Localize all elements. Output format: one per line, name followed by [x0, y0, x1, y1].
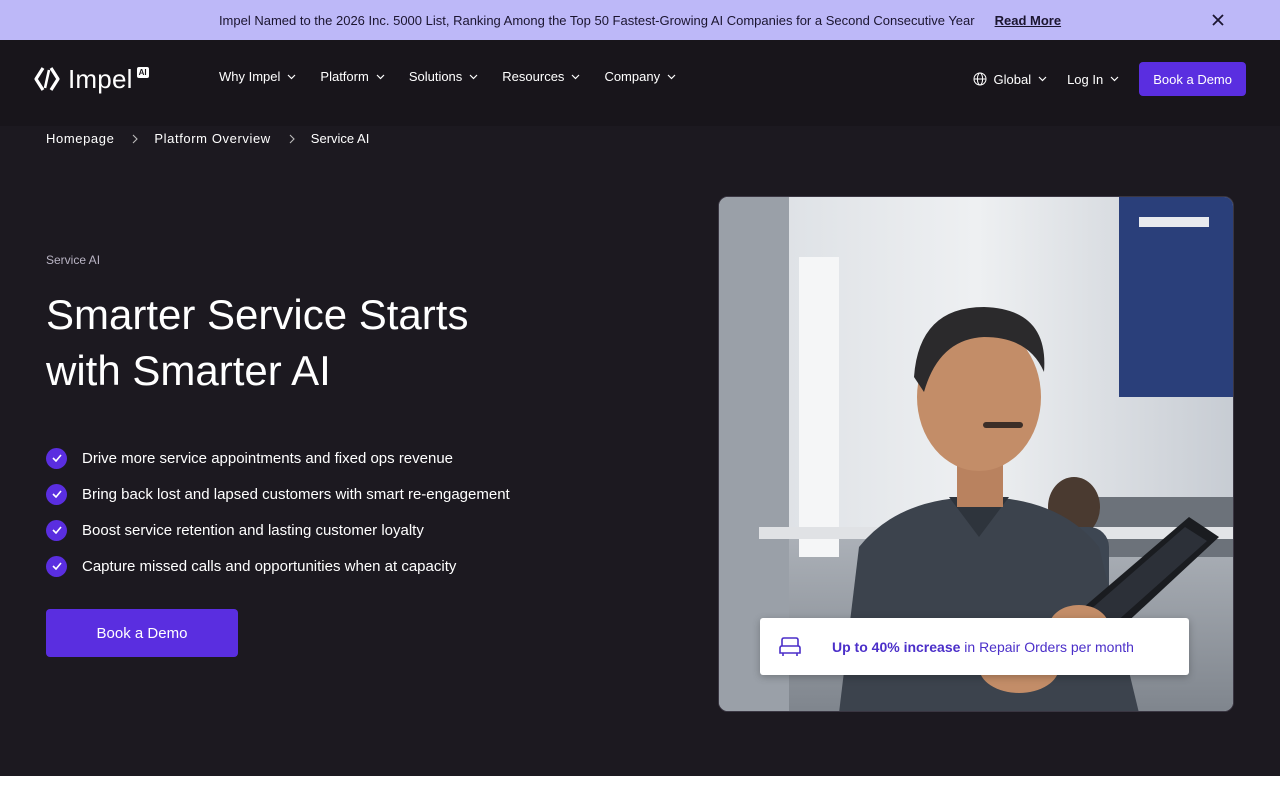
region-label: Global — [993, 71, 1032, 87]
nav-item-label: Platform — [320, 69, 369, 84]
benefit-text: Capture missed calls and opportunities w… — [82, 557, 457, 575]
list-item: Drive more service appointments and fixe… — [46, 440, 510, 476]
announcement-text: Impel Named to the 2026 Inc. 5000 List, … — [218, 12, 975, 28]
book-demo-nav-button[interactable]: Book a Demo — [1139, 62, 1246, 96]
chevron-down-icon — [1110, 76, 1119, 82]
benefit-text: Drive more service appointments and fixe… — [82, 449, 454, 467]
login-label: Log In — [1067, 71, 1104, 87]
stat-text: Up to 40% increase in Repair Orders per … — [832, 639, 1134, 655]
read-more-link[interactable]: Read More — [995, 13, 1061, 28]
stat-rest: in Repair Orders per month — [960, 638, 1134, 655]
chevron-down-icon — [572, 74, 580, 79]
book-demo-button[interactable]: Book a Demo — [46, 609, 238, 657]
login-menu[interactable]: Log In — [1067, 72, 1119, 87]
benefit-text: Bring back lost and lapsed customers wit… — [82, 485, 510, 503]
hero-eyebrow: Service AI — [46, 253, 101, 267]
chevron-down-icon — [1038, 76, 1047, 82]
chevron-right-icon — [289, 134, 295, 144]
car-seat-icon — [778, 636, 802, 658]
chevron-down-icon — [287, 74, 296, 79]
nav-item-solutions[interactable]: Solutions — [409, 69, 478, 84]
impel-logo[interactable]: Impel AI — [34, 64, 149, 94]
benefit-text: Boost service retention and lasting cust… — [82, 521, 424, 539]
list-item: Bring back lost and lapsed customers wit… — [46, 476, 510, 512]
chevron-right-icon — [132, 134, 139, 144]
stat-highlight: Up to 40% increase — [832, 638, 961, 655]
stat-card: Up to 40% increase in Repair Orders per … — [760, 618, 1189, 675]
brand-name: Impel — [68, 63, 133, 94]
nav-item-label: Company — [604, 69, 661, 84]
breadcrumb: Homepage Platform Overview Service AI — [46, 131, 369, 146]
globe-icon — [973, 72, 986, 86]
list-item: Boost service retention and lasting cust… — [46, 512, 510, 548]
breadcrumb-homepage[interactable]: Homepage — [46, 131, 114, 146]
main-nav: Impel AI Why Impel Platform Solutions Re… — [0, 40, 1280, 126]
page-title-line-2: with Smarter AI — [46, 347, 331, 394]
breadcrumb-platform-overview[interactable]: Platform Overview — [154, 131, 270, 146]
list-item: Capture missed calls and opportunities w… — [46, 548, 510, 584]
nav-item-company[interactable]: Company — [604, 69, 676, 84]
nav-actions: Global Log In Book a Demo — [973, 62, 1246, 96]
check-icon — [46, 519, 67, 541]
chevron-down-icon — [469, 74, 478, 79]
page-title-line-1: Smarter Service Starts — [46, 291, 469, 338]
nav-item-resources[interactable]: Resources — [502, 69, 580, 84]
nav-item-platform[interactable]: Platform — [320, 69, 385, 84]
impel-logo-icon — [34, 67, 60, 91]
check-icon — [46, 447, 67, 469]
announcement-bar: Impel Named to the 2026 Inc. 5000 List, … — [0, 0, 1280, 40]
chevron-down-icon — [376, 74, 385, 79]
check-icon — [46, 483, 67, 505]
close-icon[interactable] — [1208, 10, 1228, 30]
nav-item-label: Why Impel — [219, 69, 281, 84]
next-section-edge — [0, 776, 1280, 800]
breadcrumb-current: Service AI — [310, 131, 370, 146]
nav-item-label: Resources — [502, 69, 565, 84]
page-title: Smarter Service Starts with Smarter AI — [46, 287, 586, 399]
benefit-list: Drive more service appointments and fixe… — [46, 440, 510, 584]
brand-ai-badge: AI — [136, 67, 149, 78]
chevron-down-icon — [667, 74, 676, 79]
nav-menu: Why Impel Platform Solutions Resources C… — [219, 69, 700, 84]
nav-item-why-impel[interactable]: Why Impel — [219, 69, 296, 84]
region-selector[interactable]: Global — [973, 72, 1048, 87]
nav-item-label: Solutions — [408, 69, 463, 84]
check-icon — [46, 555, 67, 577]
